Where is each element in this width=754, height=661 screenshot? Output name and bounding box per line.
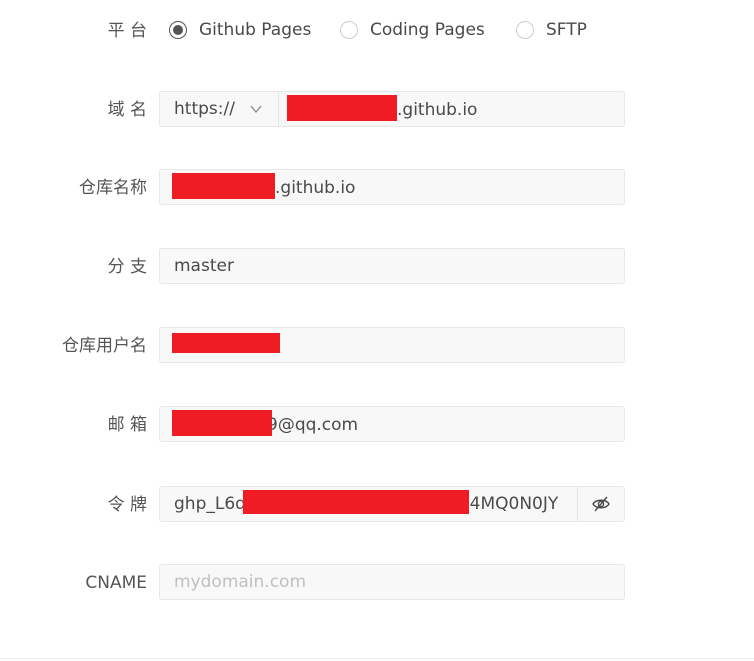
- domain-label: 域 名: [107, 100, 147, 120]
- repo-name-suffix: .github.io: [275, 178, 356, 198]
- email-suffix: 9@qq.com: [267, 415, 359, 435]
- token-field: ghp_L6q l4MQ0N0JY: [159, 486, 625, 522]
- redacted-text: [287, 95, 397, 121]
- repo-name-label: 仓库名称: [79, 178, 147, 198]
- divider: [0, 658, 754, 659]
- toggle-visibility-button[interactable]: [577, 487, 624, 521]
- token-suffix: l4MQ0N0JY: [464, 494, 559, 514]
- protocol-select[interactable]: https://: [160, 92, 279, 126]
- branch-input[interactable]: master: [159, 248, 625, 284]
- domain-suffix: .github.io: [397, 100, 478, 120]
- protocol-value: https://: [174, 99, 235, 119]
- token-label: 令 牌: [107, 495, 147, 515]
- branch-label: 分 支: [107, 257, 147, 277]
- branch-value: master: [174, 256, 234, 276]
- eye-off-icon: [592, 496, 610, 512]
- redacted-text: [172, 173, 275, 199]
- chevron-down-icon: [250, 105, 262, 114]
- domain-input[interactable]: .github.io: [279, 92, 624, 126]
- email-input[interactable]: 9@qq.com: [159, 406, 625, 442]
- cname-input[interactable]: [159, 564, 625, 600]
- radio-label-github-pages: Github Pages: [199, 20, 312, 40]
- radio-label-sftp: SFTP: [546, 20, 587, 40]
- token-prefix: ghp_L6q: [174, 494, 246, 514]
- redacted-text: [172, 333, 280, 353]
- redacted-text: [242, 490, 469, 514]
- email-label: 邮 箱: [107, 415, 147, 435]
- platform-label: 平 台: [107, 21, 147, 41]
- repo-user-input[interactable]: [159, 327, 625, 363]
- radio-label-coding-pages: Coding Pages: [370, 20, 485, 40]
- token-input[interactable]: ghp_L6q l4MQ0N0JY: [160, 487, 578, 521]
- repo-user-label: 仓库用户名: [62, 336, 147, 356]
- cname-label: CNAME: [85, 573, 147, 593]
- radio-unselected-icon: [340, 21, 358, 39]
- radio-selected-icon: [169, 21, 187, 39]
- redacted-text: [172, 410, 272, 436]
- radio-unselected-icon: [516, 21, 534, 39]
- repo-name-input[interactable]: .github.io: [159, 169, 625, 205]
- domain-field: https:// .github.io: [159, 91, 625, 127]
